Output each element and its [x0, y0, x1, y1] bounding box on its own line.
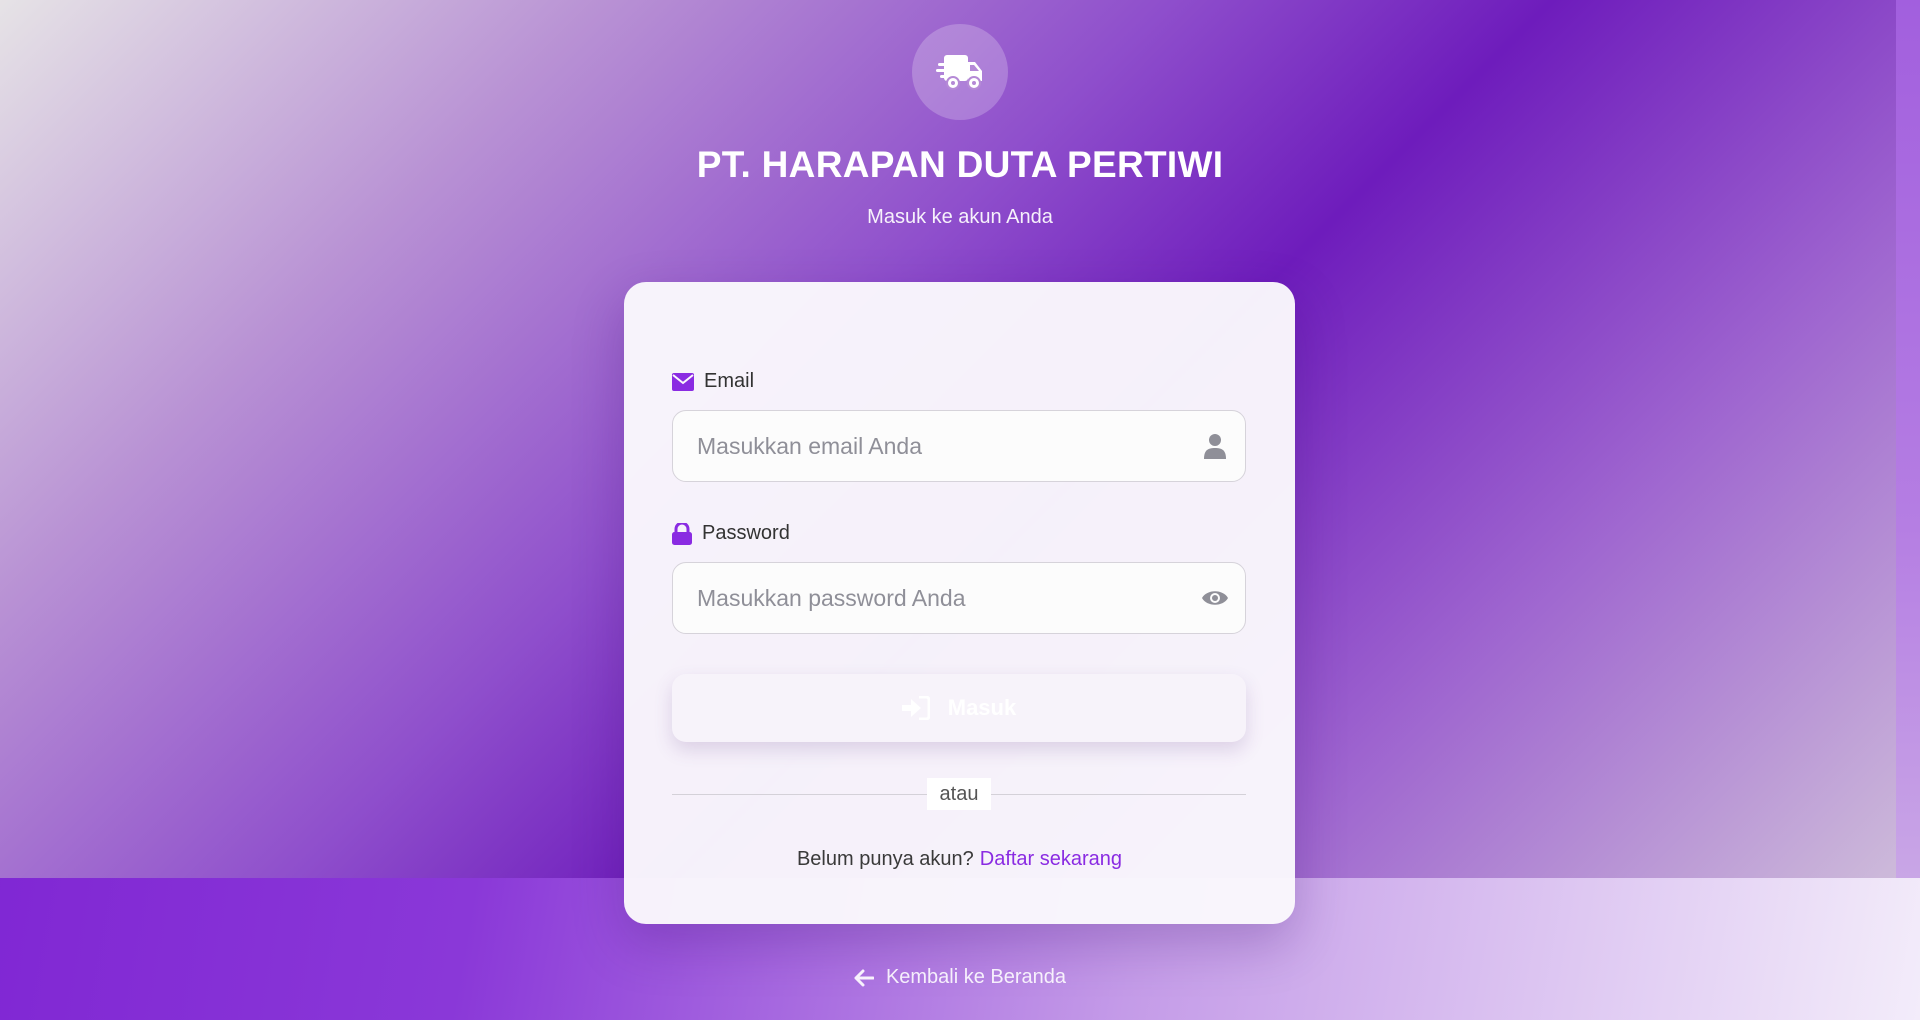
- email-field-wrapper: [672, 410, 1246, 482]
- signup-link[interactable]: Daftar sekarang: [980, 848, 1122, 870]
- back-to-home-link[interactable]: Kembali ke Beranda: [0, 966, 1920, 989]
- brand-subtitle: Masuk ke akun Anda: [867, 206, 1053, 228]
- email-field[interactable]: [673, 411, 1245, 481]
- page-background-edge: [1896, 0, 1920, 878]
- envelope-icon: [672, 372, 694, 391]
- password-field[interactable]: [673, 563, 1245, 633]
- logo-badge: [912, 24, 1008, 120]
- back-to-home-label: Kembali ke Beranda: [885, 966, 1067, 988]
- user-icon: [1201, 432, 1229, 460]
- email-label: Email: [672, 370, 754, 393]
- arrow-left-icon: [854, 969, 874, 986]
- email-label-text: Email: [704, 370, 755, 392]
- signup-row: Belum punya akun? Daftar sekarang: [624, 848, 1295, 871]
- lock-icon: [672, 522, 692, 545]
- truck-fast-icon: [936, 55, 982, 90]
- divider-text: atau: [927, 778, 991, 810]
- eye-icon[interactable]: [1201, 584, 1229, 612]
- login-button-label: Masuk: [947, 695, 1017, 720]
- password-label: Password: [672, 522, 790, 545]
- password-field-wrapper: [672, 562, 1246, 634]
- login-card: Email Password: [624, 282, 1295, 924]
- sign-in-icon: [901, 696, 930, 720]
- brand-title: PT. HARAPAN DUTA PERTIWI: [696, 144, 1224, 185]
- password-label-text: Password: [702, 522, 790, 544]
- signup-prompt: Belum punya akun?: [796, 848, 974, 870]
- login-button[interactable]: Masuk: [672, 674, 1246, 742]
